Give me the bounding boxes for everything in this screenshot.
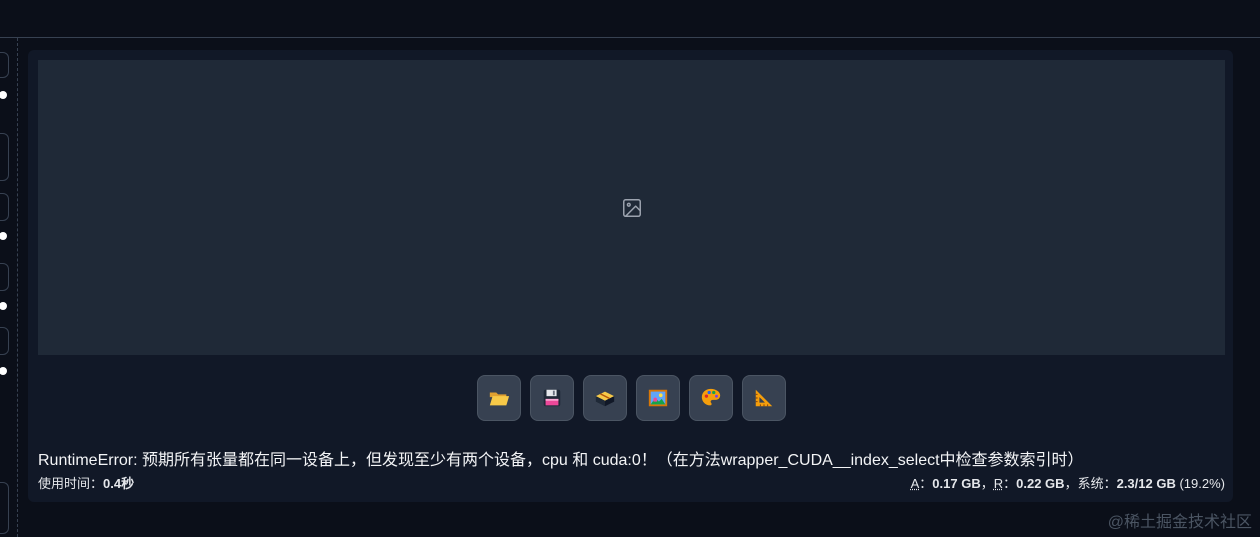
open-folder-icon	[489, 392, 510, 406]
memory-a-value: 0.17 GB	[932, 476, 981, 491]
time-value: 0.4秒	[103, 476, 135, 491]
memory-stats: A：0.17 GB，R：0.22 GB，系统：2.3/12 GB (19.2%)	[911, 473, 1225, 492]
memory-system-label: 系统：	[1077, 476, 1117, 491]
zip-button[interactable]	[583, 375, 627, 421]
memory-system-value: 2.3/12 GB	[1116, 476, 1176, 491]
memory-system-percent: (19.2%)	[1175, 476, 1225, 491]
column-divider	[17, 38, 18, 537]
memory-a-label: A	[910, 476, 920, 491]
output-panel: RuntimeError: 预期所有张量都在同一设备上，但发现至少有两个设备，c…	[28, 50, 1233, 502]
memory-r-value: 0.22 GB	[1016, 476, 1065, 491]
slider-handle-4[interactable]	[0, 367, 7, 375]
send-to-img2img-button[interactable]	[636, 375, 680, 421]
time-taken: 使用时间：0.4秒	[38, 473, 134, 492]
watermark: @稀土掘金技术社区	[1107, 514, 1252, 531]
artist-palette-icon	[701, 388, 721, 406]
separator: ：	[919, 476, 933, 491]
send-to-inpaint-button[interactable]	[689, 375, 733, 421]
send-to-extras-button[interactable]	[742, 375, 786, 421]
floppy-disk-icon	[543, 389, 561, 407]
triangular-ruler-icon	[755, 389, 773, 407]
image-placeholder-icon	[622, 198, 641, 217]
left-control-5[interactable]	[0, 327, 9, 355]
slider-handle-2[interactable]	[0, 232, 7, 240]
package-icon	[595, 391, 615, 407]
slider-handle-3[interactable]	[0, 302, 7, 310]
separator: ，	[980, 476, 994, 491]
time-label: 使用时间：	[38, 476, 104, 491]
left-control-2[interactable]	[0, 133, 9, 181]
left-control-1[interactable]	[0, 52, 9, 78]
output-toolbar	[477, 375, 786, 423]
separator: ：	[1003, 476, 1017, 491]
left-control-3[interactable]	[0, 193, 9, 221]
top-divider	[0, 37, 1260, 38]
slider-handle-1[interactable]	[0, 91, 7, 99]
image-output[interactable]	[38, 60, 1225, 355]
open-folder-button[interactable]	[477, 375, 521, 421]
left-control-6[interactable]	[0, 482, 9, 534]
left-control-4[interactable]	[0, 263, 9, 291]
memory-r-label: R	[993, 476, 1004, 491]
separator: ，	[1064, 476, 1078, 491]
error-message: RuntimeError: 预期所有张量都在同一设备上，但发现至少有两个设备，c…	[38, 452, 1084, 469]
save-button[interactable]	[530, 375, 574, 421]
framed-picture-icon	[648, 389, 668, 407]
